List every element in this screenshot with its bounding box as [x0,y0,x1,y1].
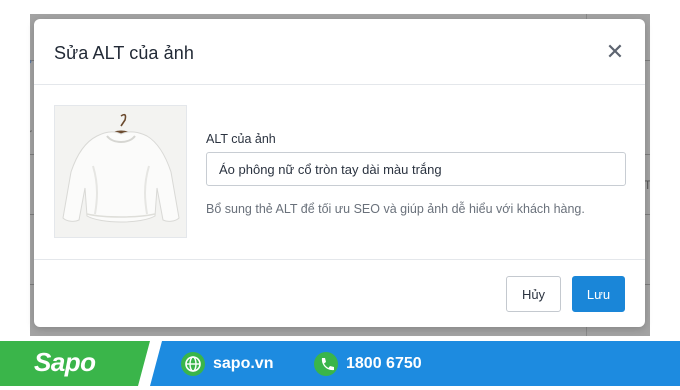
cancel-button[interactable]: Hủy [506,276,561,312]
alt-field-label: ALT của ảnh [206,132,276,146]
white-top-image [55,106,186,237]
close-icon[interactable]: ✕ [606,39,624,64]
promo-banner-background [0,341,680,386]
phone-icon [314,352,338,376]
sapo-logo: Sapo [34,347,96,377]
screenshot-stage: r › T Sửa ALT của ảnh ✕ [0,0,680,390]
alt-help-text: Bổ sung thẻ ALT để tối ưu SEO và giúp ản… [206,202,585,216]
hotline-number[interactable]: 1800 6750 [346,355,422,373]
modal-header: Sửa ALT của ảnh ✕ [34,19,645,85]
save-button[interactable]: Lưu [572,276,625,312]
promo-banner: Sapo sapo.vn 1800 6750 [0,341,680,390]
backdrop-text-fragment: › [30,54,32,68]
website-link[interactable]: sapo.vn [213,355,273,373]
modal-title: Sửa ALT của ảnh [54,43,194,63]
globe-icon [181,352,205,376]
product-image-thumbnail [54,105,187,238]
backdrop-text-fragment: r [30,126,32,140]
edit-alt-modal: Sửa ALT của ảnh ✕ ALT của ảnh Áo phông n… [34,19,645,327]
modal-footer: Hủy Lưu [34,259,645,327]
close-button[interactable]: ✕ [604,41,626,63]
alt-text-input[interactable] [206,152,626,186]
